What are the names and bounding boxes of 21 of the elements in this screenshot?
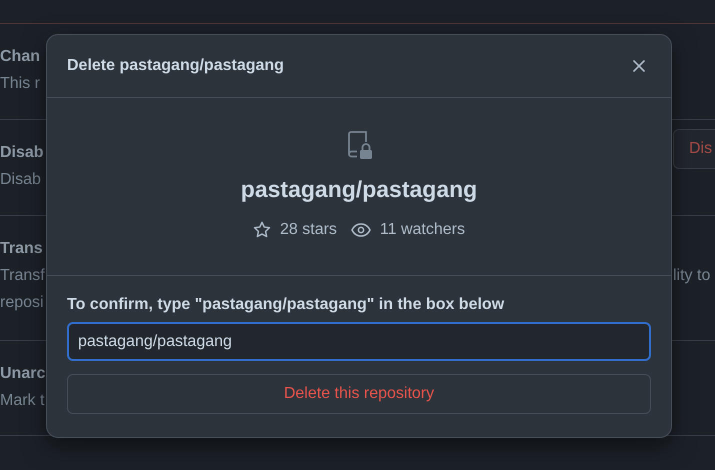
confirm-input[interactable]: pastagang/pastagang xyxy=(67,322,651,361)
watchers-count: 11 watchers xyxy=(380,221,465,239)
setting-description: lity to xyxy=(673,266,710,286)
setting-description: Disab xyxy=(0,170,41,190)
delete-repository-button[interactable]: Delete this repository xyxy=(67,374,651,414)
setting-title: Chan xyxy=(0,47,40,67)
repository-name: pastagang/pastagang xyxy=(240,176,478,203)
setting-title: Unarc xyxy=(0,364,46,384)
eye-icon xyxy=(350,222,371,238)
close-icon xyxy=(632,59,646,73)
dialog-title: Delete pastagang/pastagang xyxy=(67,57,284,75)
setting-description: Transf xyxy=(0,266,45,286)
setting-title: Trans xyxy=(0,239,43,259)
setting-description: Mark t xyxy=(0,391,44,411)
disable-button[interactable]: Dis xyxy=(673,128,715,168)
setting-description: This r xyxy=(0,74,40,94)
setting-description: reposi xyxy=(0,293,44,313)
setting-title: Disab xyxy=(0,143,44,163)
stars-count: 28 stars xyxy=(280,221,337,239)
star-icon xyxy=(253,221,271,239)
confirm-label: To confirm, type "pastagang/pastagang" in the box below xyxy=(67,296,506,314)
